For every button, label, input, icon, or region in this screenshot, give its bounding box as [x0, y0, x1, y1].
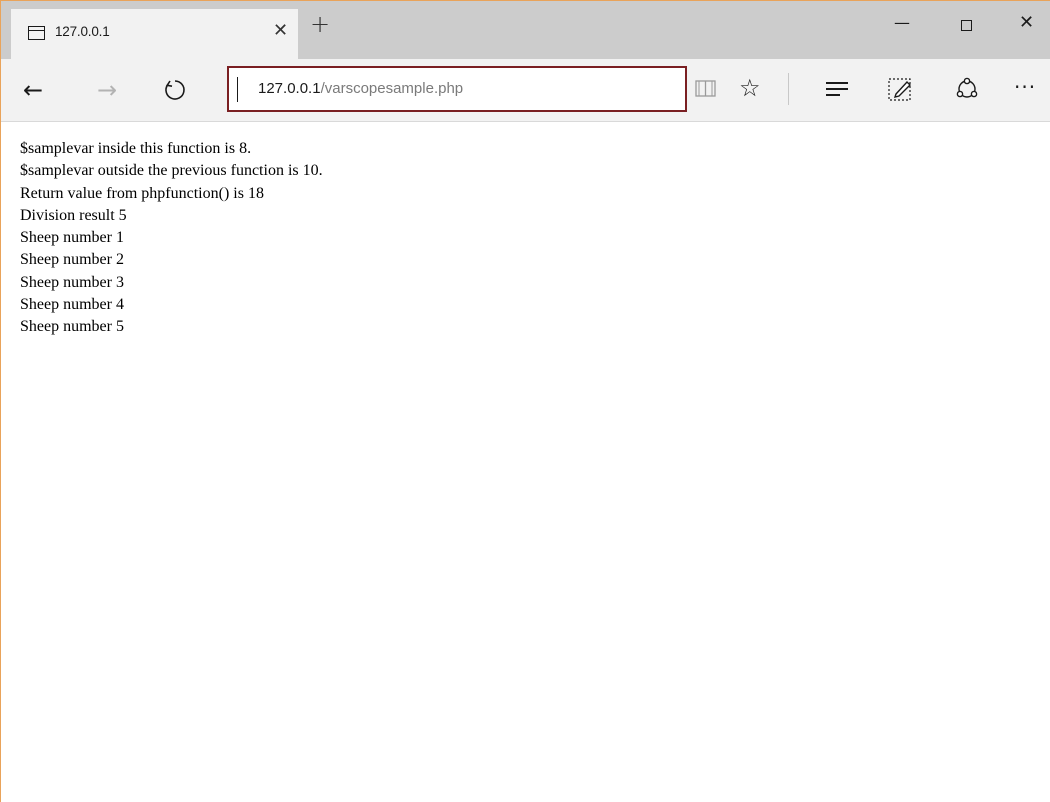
- text-caret: [237, 77, 238, 102]
- title-bar: 127.0.0.1 ✕ + — ✕: [1, 1, 1050, 59]
- maximize-icon[interactable]: [961, 20, 972, 31]
- forward-arrow-icon[interactable]: →: [97, 78, 117, 102]
- tab-close-icon[interactable]: ✕: [273, 21, 288, 41]
- address-bar[interactable]: 127.0.0.1/varscopesample.php: [227, 66, 687, 112]
- more-ellipsis-icon[interactable]: ···: [1014, 75, 1036, 99]
- address-path-text: /varscopesample.php: [320, 80, 464, 97]
- toolbar-divider: [788, 73, 789, 105]
- output-line: Division result 5: [20, 206, 127, 224]
- page-content: $samplevar inside this function is 8. $s…: [20, 138, 323, 339]
- tab-active[interactable]: 127.0.0.1 ✕: [11, 9, 298, 59]
- star-icon[interactable]: ☆: [739, 75, 761, 101]
- output-line: Sheep number 1: [20, 229, 124, 247]
- output-line: Sheep number 3: [20, 273, 124, 291]
- output-line: Sheep number 4: [20, 296, 124, 314]
- browser-window: 127.0.0.1 ✕ + — ✕ ← → 127.0.0.1/varscope…: [0, 0, 1050, 802]
- back-arrow-icon[interactable]: ←: [23, 78, 43, 102]
- output-line: Sheep number 5: [20, 318, 124, 336]
- navigation-bar: ← → 127.0.0.1/varscopesample.php ☆ ···: [1, 59, 1050, 122]
- tab-page-icon: [28, 26, 45, 40]
- share-icon[interactable]: [955, 77, 979, 101]
- output-line: $samplevar outside the previous function…: [20, 162, 323, 180]
- output-line: $samplevar inside this function is 8.: [20, 140, 252, 157]
- new-tab-plus-icon[interactable]: +: [310, 12, 330, 36]
- tab-title: 127.0.0.1: [55, 24, 110, 39]
- address-host-text: 127.0.0.1: [258, 80, 321, 97]
- minimize-icon[interactable]: —: [894, 13, 910, 33]
- hub-icon[interactable]: [826, 82, 848, 97]
- book-icon[interactable]: [695, 80, 716, 97]
- refresh-icon[interactable]: [163, 78, 187, 106]
- output-line: Return value from phpfunction() is 18: [20, 184, 264, 202]
- address-url[interactable]: 127.0.0.1/varscopesample.php: [258, 80, 463, 97]
- web-note-icon[interactable]: [888, 77, 914, 102]
- window-close-icon[interactable]: ✕: [1019, 13, 1034, 33]
- output-line: Sheep number 2: [20, 251, 124, 269]
